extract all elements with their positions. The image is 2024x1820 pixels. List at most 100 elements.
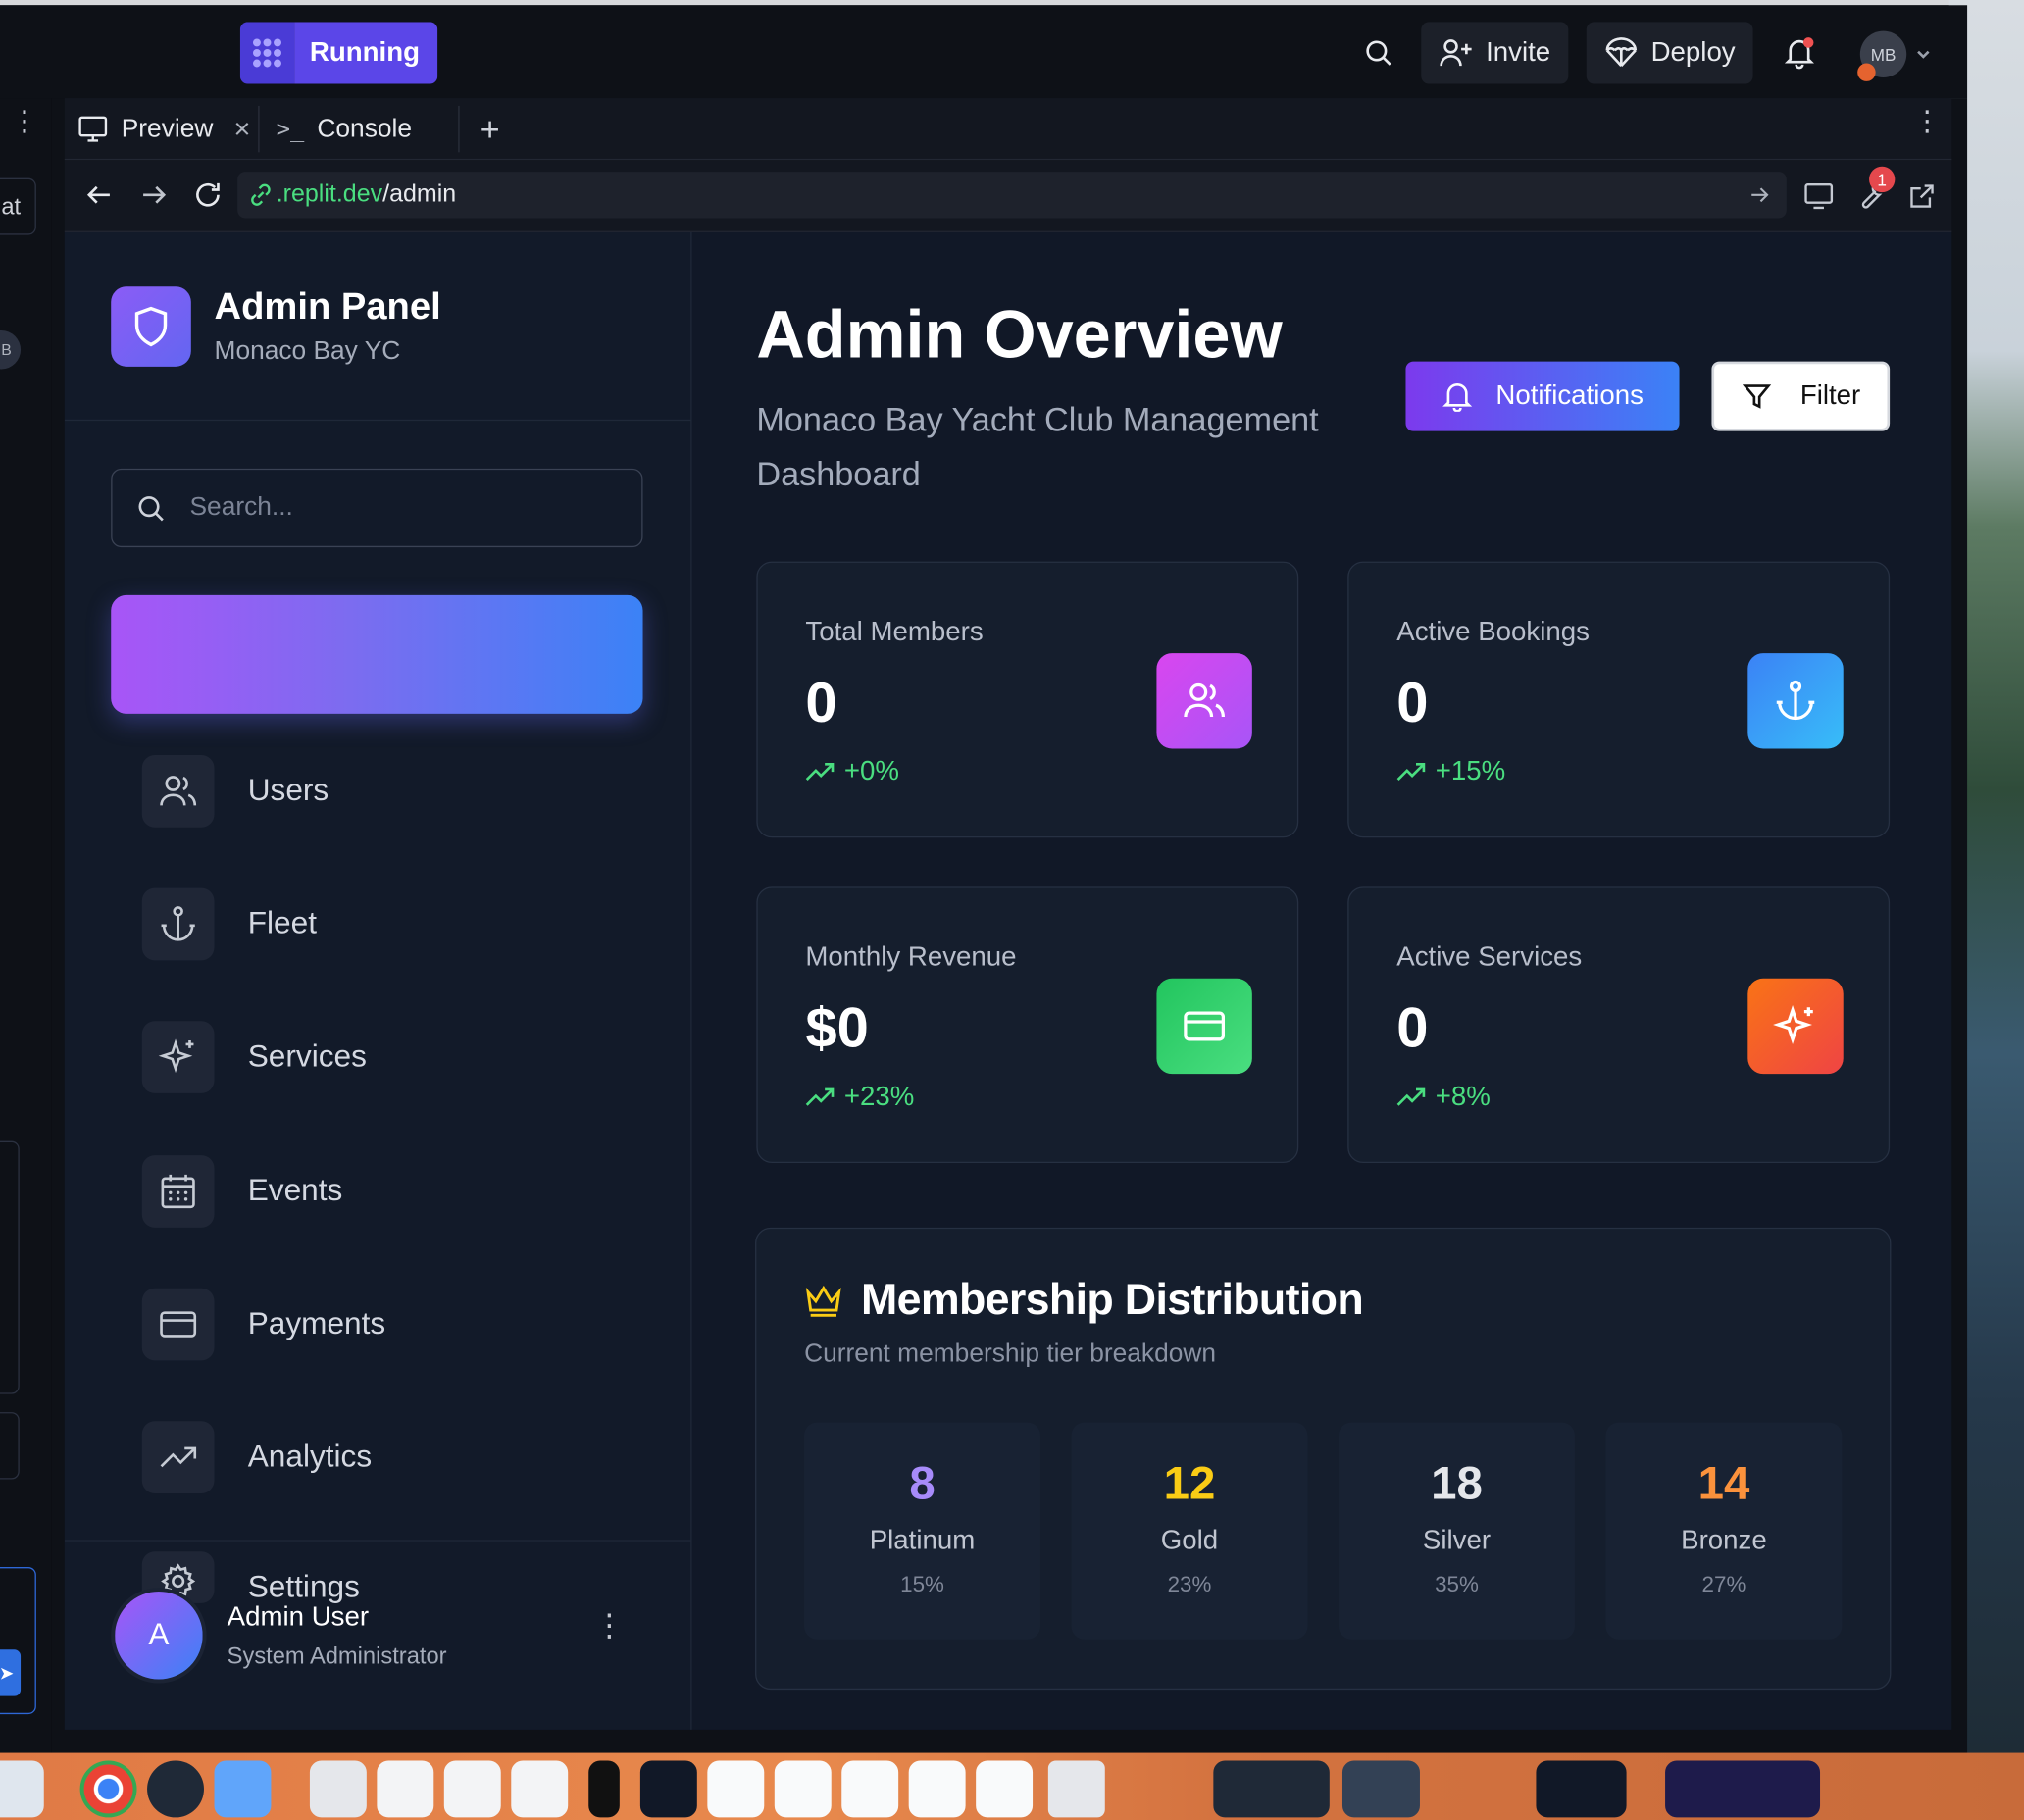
tier-percent: 15% [900, 1572, 944, 1597]
url-path: /admin [382, 180, 457, 208]
window-dock-icon[interactable] [639, 1760, 697, 1818]
users-icon [1156, 653, 1252, 749]
stat-value: $0 [805, 996, 869, 1060]
sidebar-item-payments[interactable]: Payments [141, 1288, 386, 1361]
document-dock-icon[interactable] [707, 1760, 765, 1818]
url-domain: .replit.dev [276, 180, 383, 208]
tier-percent: 35% [1435, 1572, 1479, 1597]
shield-icon [111, 286, 191, 367]
device-preview-icon[interactable] [1799, 177, 1838, 215]
search-app-dock-icon[interactable] [214, 1760, 272, 1818]
window-thumbnail[interactable] [1665, 1760, 1821, 1818]
refresh-icon[interactable] [188, 176, 227, 214]
deploy-button[interactable]: Deploy [1586, 22, 1754, 84]
membership-distribution-card: Membership Distribution Current membersh… [755, 1227, 1892, 1691]
tab-bar: Preview × >_ Console + ⋮ [64, 98, 1952, 161]
users-icon [141, 755, 215, 828]
user-profile[interactable]: A Admin User System Administrator [111, 1588, 447, 1684]
tab-console[interactable]: >_ Console [277, 98, 412, 160]
chrome-dock-icon[interactable] [79, 1760, 137, 1818]
sidebar-item-active[interactable] [111, 594, 643, 714]
left-pane-chip[interactable]: at [0, 177, 36, 235]
anchor-icon [141, 887, 215, 961]
window-thumbnail[interactable] [1341, 1760, 1420, 1818]
sidebar-divider [64, 419, 692, 422]
notifications-button[interactable]: Notifications [1405, 361, 1680, 431]
sidebar-item-fleet[interactable]: Fleet [141, 887, 317, 961]
go-arrow-icon[interactable] [1747, 183, 1771, 207]
deploy-label: Deploy [1650, 37, 1736, 68]
sidebar-item-events[interactable]: Events [141, 1155, 343, 1228]
stat-label: Total Members [805, 617, 984, 647]
new-tab-button[interactable]: + [481, 98, 500, 160]
document-dock-icon[interactable] [841, 1760, 899, 1818]
sidebar-item-label: Events [247, 1173, 343, 1209]
document-dock-icon[interactable] [377, 1760, 434, 1818]
document-dock-icon[interactable] [443, 1760, 501, 1818]
stat-card-active-services[interactable]: Active Services 0 +8% [1347, 886, 1891, 1164]
filter-button[interactable]: Filter [1711, 361, 1891, 431]
window-thumbnail[interactable] [1213, 1760, 1330, 1818]
tier-percent: 23% [1167, 1572, 1212, 1597]
sidebar-divider-bottom [64, 1540, 692, 1542]
filter-icon [1742, 384, 1771, 409]
invite-button[interactable]: Invite [1421, 22, 1569, 84]
bell-icon[interactable] [1776, 22, 1822, 83]
sidebar-item-label: Analytics [247, 1439, 373, 1475]
tier-percent: 27% [1701, 1572, 1746, 1597]
tier-name: Gold [1160, 1525, 1219, 1556]
phone-dock-icon[interactable] [588, 1760, 620, 1818]
tab-console-label: Console [317, 114, 413, 143]
brand-subtitle: Monaco Bay YC [214, 336, 401, 366]
stat-label: Monthly Revenue [805, 941, 1017, 973]
sidebar-item-services[interactable]: Services [141, 1021, 367, 1093]
sidebar: Admin Panel Monaco Bay YC Users [64, 231, 692, 1730]
search-icon [138, 495, 164, 521]
sidebar-item-analytics[interactable]: Analytics [141, 1421, 373, 1493]
url-field[interactable]: .replit.dev/admin [237, 172, 1787, 219]
external-link-icon[interactable] [1902, 177, 1941, 215]
tier-count: 8 [909, 1455, 936, 1509]
app-dock-icon[interactable] [147, 1760, 204, 1818]
sidebar-item-label: Payments [247, 1306, 386, 1341]
arrow-left-icon[interactable] [80, 176, 119, 214]
stat-card-total-members[interactable]: Total Members 0 +0% [756, 561, 1299, 838]
trash-dock-icon[interactable] [1047, 1760, 1105, 1818]
left-pane-strip: ⋮ at B ➤ [0, 98, 52, 1756]
arrow-right-icon[interactable] [134, 176, 173, 214]
send-icon[interactable]: ➤ [0, 1649, 22, 1696]
sidebar-item-label: Users [247, 773, 329, 809]
tabbar-kebab-icon[interactable]: ⋮ [1913, 107, 1942, 135]
document-dock-icon[interactable] [908, 1760, 966, 1818]
run-status-label: Running [294, 22, 438, 84]
search-box[interactable] [111, 468, 643, 548]
parachute-icon [1605, 37, 1638, 68]
document-dock-icon[interactable] [976, 1760, 1034, 1818]
filter-label: Filter [1799, 380, 1861, 411]
wrench-icon[interactable]: 1 [1851, 166, 1896, 215]
document-dock-icon[interactable] [774, 1760, 832, 1818]
document-dock-icon[interactable] [511, 1760, 569, 1818]
run-status-button[interactable]: Running [239, 22, 438, 84]
tab-preview[interactable]: Preview × [77, 98, 250, 160]
stat-card-active-bookings[interactable]: Active Bookings 0 +15% [1347, 561, 1891, 838]
finder-dock-icon[interactable] [0, 1760, 44, 1818]
close-icon[interactable]: × [233, 113, 250, 146]
page-subtitle: Monaco Bay Yacht Club Management Dashboa… [756, 400, 1319, 493]
search-icon[interactable] [1355, 22, 1401, 83]
section-title: Membership Distribution [804, 1276, 1364, 1326]
user-menu-kebab-icon[interactable]: ⋮ [594, 1610, 626, 1642]
pane-kebab-icon[interactable]: ⋮ [11, 107, 39, 135]
bell-icon [1442, 382, 1472, 412]
link-icon [251, 183, 271, 206]
window-thumbnail[interactable] [1536, 1760, 1627, 1818]
sidebar-item-users[interactable]: Users [141, 755, 329, 828]
url-bar: .replit.dev/admin 1 [64, 160, 1952, 232]
macos-dock [0, 1752, 2024, 1820]
search-input[interactable] [189, 492, 603, 524]
stat-card-monthly-revenue[interactable]: Monthly Revenue $0 +23% [756, 886, 1299, 1164]
document-dock-icon[interactable] [309, 1760, 367, 1818]
sparkles-icon [141, 1021, 215, 1093]
user-name: Admin User [227, 1600, 370, 1632]
account-menu[interactable]: MB [1856, 30, 1937, 81]
